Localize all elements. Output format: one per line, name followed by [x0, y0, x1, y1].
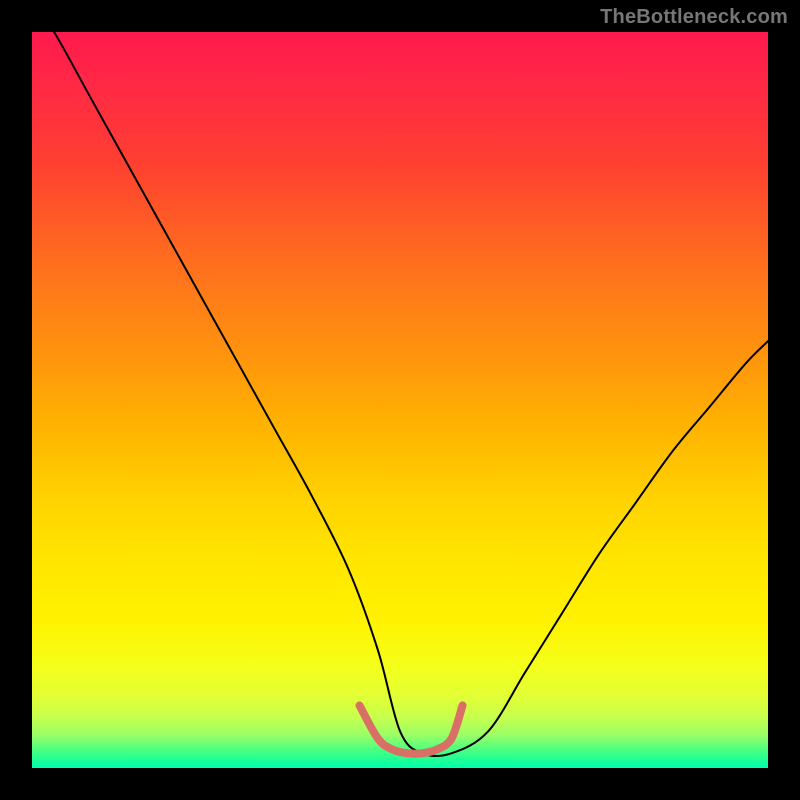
chart-frame: TheBottleneck.com — [0, 0, 800, 800]
chart-svg — [32, 32, 768, 768]
bottleneck-curve-path — [32, 3, 768, 756]
plot-area — [32, 32, 768, 768]
watermark-text: TheBottleneck.com — [600, 6, 788, 29]
